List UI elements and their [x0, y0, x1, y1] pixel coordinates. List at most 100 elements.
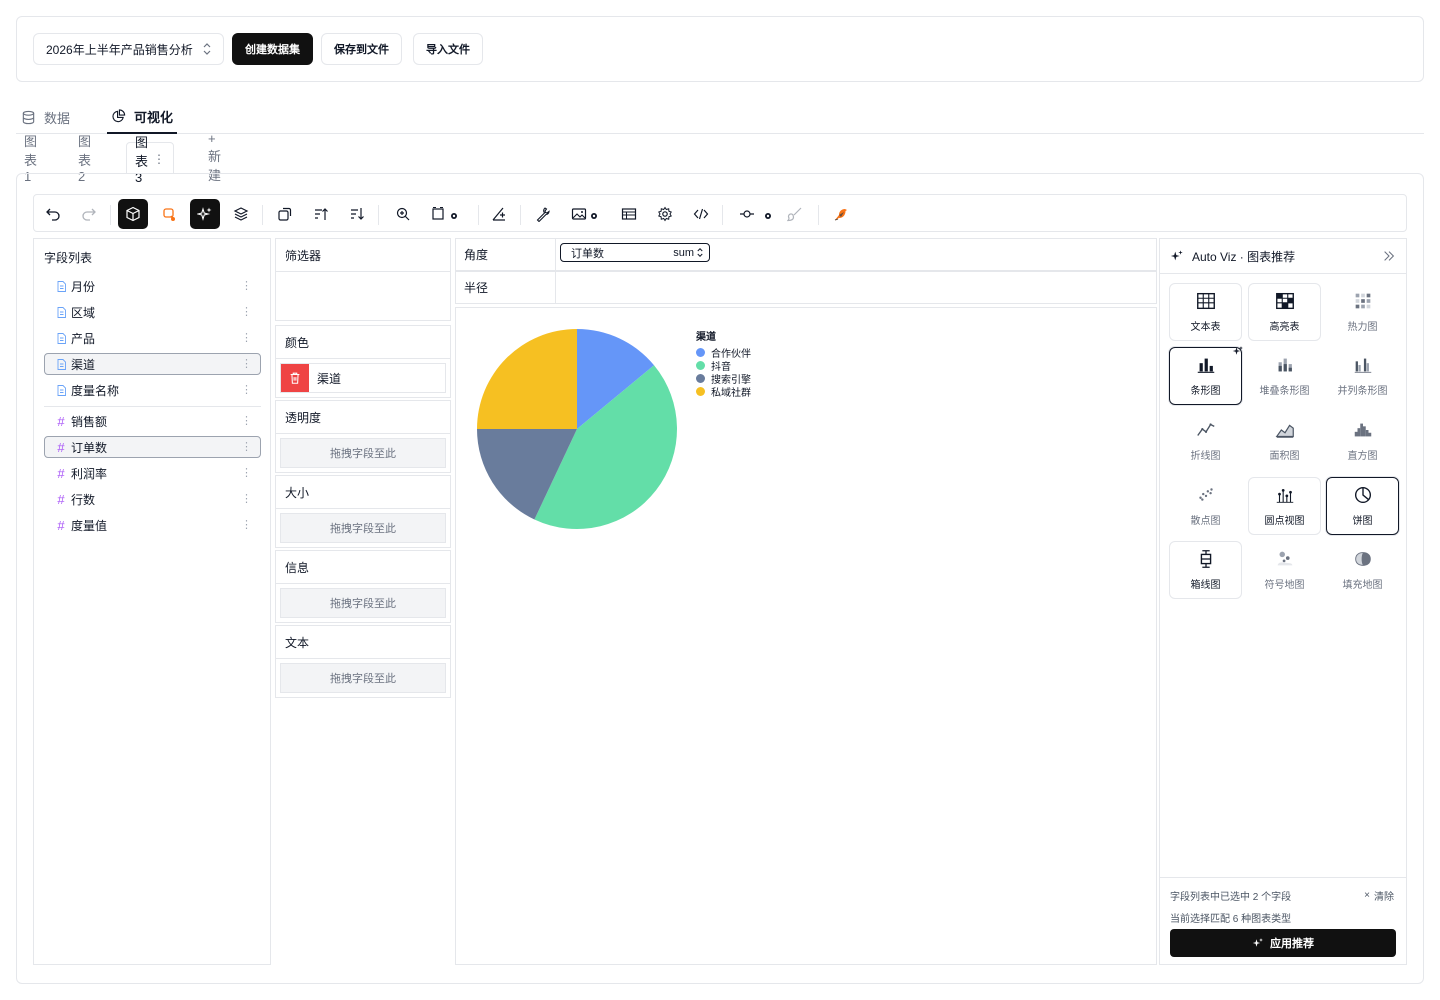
size-drop-zone[interactable]: 拖拽字段至此: [280, 513, 446, 543]
zoom-button[interactable]: [388, 199, 418, 229]
size-shelf[interactable]: 大小 拖拽字段至此: [275, 475, 451, 548]
sort-ascending-button[interactable]: [306, 199, 336, 229]
aggregation-select[interactable]: sum: [673, 247, 703, 259]
create-dataset-button[interactable]: 创建数据集: [232, 33, 313, 65]
field-item-orders[interactable]: # 订单数 ⋮: [44, 436, 261, 458]
chart-type-line-chart[interactable]: 折线图: [1169, 412, 1242, 470]
sort-descending-button[interactable]: [342, 199, 372, 229]
sort-ascending-icon: [315, 208, 328, 220]
field-item-measure-names[interactable]: 度量名称 ⋮: [44, 379, 261, 401]
code-button[interactable]: [686, 199, 716, 229]
paint-bucket-button[interactable]: [154, 199, 184, 229]
more-vertical-icon[interactable]: ⋮: [241, 357, 252, 371]
new-chart-tab[interactable]: + 新建: [208, 131, 221, 183]
undo-icon: [46, 208, 60, 221]
chart-type-boxplot[interactable]: 箱线图: [1169, 541, 1242, 599]
more-vertical-icon[interactable]: ⋮: [241, 305, 252, 319]
auto-viz-panel: Auto Viz · 图表推荐 文本表 高亮表 热力图 条形图 堆叠条形图 并列条形图 折线…: [1159, 238, 1407, 965]
chart-type-pie[interactable]: 饼图: [1326, 477, 1399, 535]
clear-button[interactable]: × 清除: [1364, 888, 1394, 903]
more-vertical-icon[interactable]: ⋮: [241, 466, 252, 480]
opacity-shelf[interactable]: 透明度 拖拽字段至此: [275, 400, 451, 473]
chart-type-grouped-bar[interactable]: 并列条形图: [1326, 347, 1399, 405]
angle-encoding-row[interactable]: 角度 订单数 sum: [455, 238, 1157, 271]
chart-tab-3[interactable]: 图表 3 ⋮: [126, 135, 175, 185]
field-item-profit-margin[interactable]: # 利润率 ⋮: [44, 462, 261, 484]
chart-type-table[interactable]: 文本表: [1169, 283, 1242, 341]
more-vertical-icon[interactable]: ⋮: [241, 414, 252, 428]
more-vertical-icon[interactable]: ⋮: [241, 518, 252, 532]
chart-tab-2[interactable]: 图表 2: [78, 134, 91, 184]
chart-type-dot-plot[interactable]: 圆点视图: [1248, 477, 1321, 535]
apply-recommendation-button[interactable]: 应用推荐: [1170, 929, 1396, 957]
pie-chart[interactable]: [456, 308, 1156, 964]
redo-button[interactable]: [74, 199, 104, 229]
magic-sparkle-button[interactable]: [190, 199, 220, 229]
info-drop-zone[interactable]: 拖拽字段至此: [280, 588, 446, 618]
chart-type-symbol-map[interactable]: 符号地图: [1248, 541, 1321, 599]
wrench-button[interactable]: [528, 199, 558, 229]
filled-map-icon: [1354, 552, 1371, 566]
angle-field-pill[interactable]: 订单数 sum: [560, 243, 710, 262]
more-vertical-icon[interactable]: ⋮: [241, 440, 252, 454]
undo-button[interactable]: [38, 199, 68, 229]
chart-type-bar-chart[interactable]: 条形图: [1169, 346, 1243, 405]
text-drop-zone[interactable]: 拖拽字段至此: [280, 663, 446, 693]
chart-type-filled-map[interactable]: 填充地图: [1326, 541, 1399, 599]
chart-type-area-chart[interactable]: 面积图: [1248, 412, 1321, 470]
import-file-button[interactable]: 导入文件: [413, 33, 483, 65]
chart-type-stacked-bar[interactable]: 堆叠条形图: [1248, 347, 1321, 405]
legend-item[interactable]: 私域社群: [696, 385, 751, 399]
text-shelf[interactable]: 文本 拖拽字段至此: [275, 625, 451, 698]
color-shelf[interactable]: 颜色 渠道: [275, 325, 451, 398]
chart-type-label: 并列条形图: [1337, 386, 1388, 397]
tab-data[interactable]: 数据: [21, 100, 70, 134]
axis-scale-button[interactable]: [484, 199, 514, 229]
field-item-region[interactable]: 区域 ⋮: [44, 301, 261, 323]
more-vertical-icon[interactable]: ⋮: [153, 152, 165, 166]
chevrons-right-icon[interactable]: [1382, 249, 1396, 263]
measure-icon: #: [57, 439, 65, 455]
field-list-panel: 字段列表 月份 ⋮ 区域 ⋮ 产品 ⋮ 渠道 ⋮ 度量名称 ⋮ # 销售额 ⋮ …: [33, 238, 271, 965]
more-vertical-icon[interactable]: ⋮: [241, 492, 252, 506]
field-item-product[interactable]: 产品 ⋮: [44, 327, 261, 349]
field-item-month[interactable]: 月份 ⋮: [44, 275, 261, 297]
filter-shelf[interactable]: 筛选器: [275, 238, 451, 321]
dataset-select[interactable]: 2026年上半年产品销售分析: [33, 33, 224, 65]
chart-type-histogram[interactable]: 直方图: [1326, 412, 1399, 470]
bird-logo-button[interactable]: [826, 199, 856, 229]
commit-settings-button[interactable]: [732, 199, 771, 229]
chart-type-scatter[interactable]: 散点图: [1169, 477, 1242, 535]
cube-mode-button[interactable]: [118, 199, 148, 229]
legend-label: 私域社群: [711, 388, 751, 399]
pie-slice-3[interactable]: [477, 329, 577, 429]
chart-type-heatmap[interactable]: 热力图: [1326, 283, 1399, 341]
brush-button[interactable]: [780, 199, 810, 229]
color-field-pill[interactable]: 渠道: [280, 363, 446, 393]
more-vertical-icon[interactable]: ⋮: [241, 331, 252, 345]
opacity-drop-zone[interactable]: 拖拽字段至此: [280, 438, 446, 468]
legend-swatch: [696, 387, 705, 396]
field-item-row-count[interactable]: # 行数 ⋮: [44, 488, 261, 510]
background-image-button[interactable]: [564, 199, 597, 229]
resize-canvas-button[interactable]: [424, 199, 457, 229]
table-view-button[interactable]: [614, 199, 644, 229]
code-icon: [693, 208, 709, 220]
field-item-measure-values[interactable]: # 度量值 ⋮: [44, 514, 261, 536]
info-shelf[interactable]: 信息 拖拽字段至此: [275, 550, 451, 623]
field-item-sales[interactable]: # 销售额 ⋮: [44, 410, 261, 432]
chart-canvas[interactable]: 渠道 合作伙伴 抖音 搜索引擎 私域社群: [455, 307, 1157, 965]
more-vertical-icon[interactable]: ⋮: [241, 383, 252, 397]
legend-swatch: [696, 374, 705, 383]
radius-encoding-row[interactable]: 半径: [455, 271, 1157, 304]
settings-button[interactable]: [650, 199, 680, 229]
chart-tab-1[interactable]: 图表 1: [24, 134, 37, 184]
chart-type-highlight-table[interactable]: 高亮表: [1248, 283, 1321, 341]
field-item-channel[interactable]: 渠道 ⋮: [44, 353, 261, 375]
delete-field-button[interactable]: [281, 364, 309, 392]
layers-button[interactable]: [226, 199, 256, 229]
more-vertical-icon[interactable]: ⋮: [241, 279, 252, 293]
save-to-file-button[interactable]: 保存到文件: [321, 33, 402, 65]
tab-visualize[interactable]: 可视化: [107, 100, 178, 134]
transpose-button[interactable]: [270, 199, 300, 229]
